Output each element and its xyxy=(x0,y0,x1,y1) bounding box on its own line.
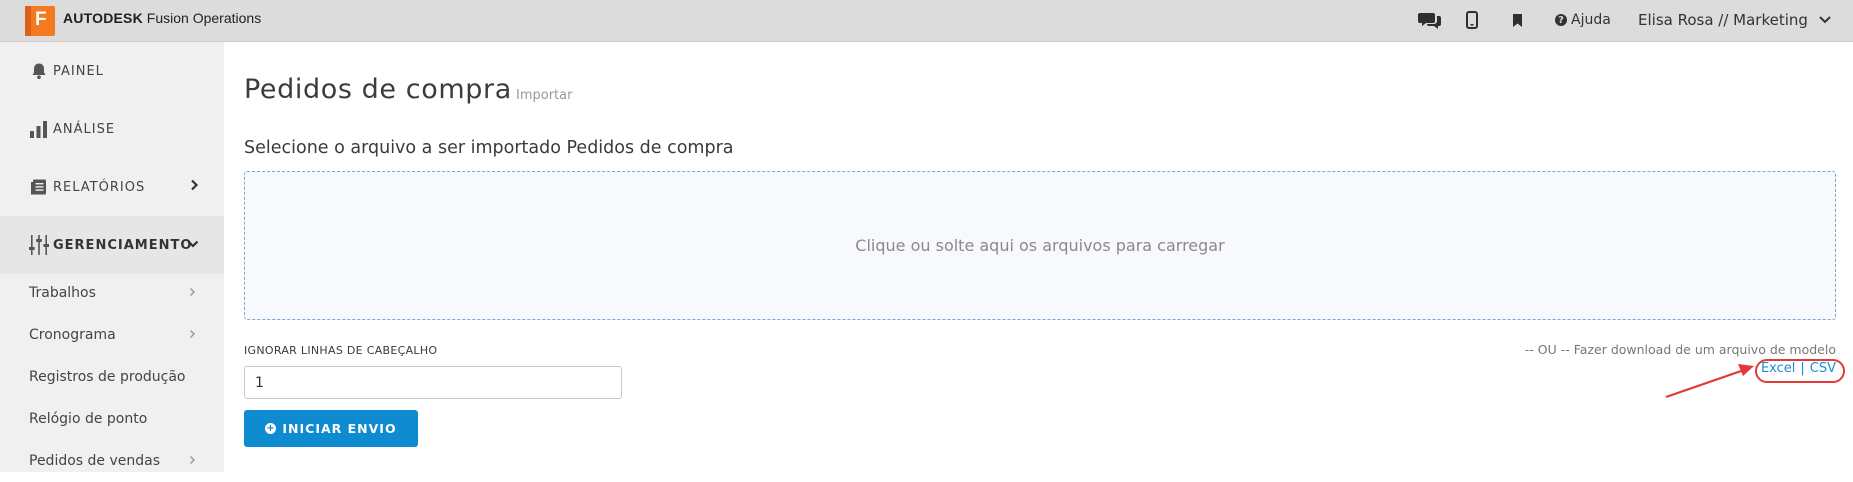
sidebar-item-analise[interactable]: ANÁLISE xyxy=(0,100,224,158)
page-title: Pedidos de compra xyxy=(244,74,512,105)
mobile-icon[interactable] xyxy=(1466,10,1478,30)
app-logo[interactable]: F xyxy=(25,6,55,36)
sidebar-item-label: RELATÓRIOS xyxy=(53,179,146,195)
chevron-right-icon xyxy=(189,327,196,343)
plus-circle-icon: + xyxy=(265,423,277,434)
annotation-highlight-ellipse xyxy=(1755,359,1845,383)
brand-rest: Fusion Operations xyxy=(146,10,262,26)
file-dropzone[interactable]: Clique ou solte aqui os arquivos para ca… xyxy=(244,171,1836,320)
sidebar-subitem-registros-producao[interactable]: Registros de produção xyxy=(0,356,224,398)
help-button[interactable]: ? Ajuda xyxy=(1555,12,1611,28)
sidebar-subitem-pedidos-vendas[interactable]: Pedidos de vendas xyxy=(0,440,224,482)
chevron-right-icon xyxy=(189,285,196,301)
sidebar-item-painel[interactable]: PAINEL xyxy=(0,42,224,100)
bar-chart-icon xyxy=(28,118,50,140)
user-label: Elisa Rosa // Marketing xyxy=(1638,11,1808,29)
bell-icon xyxy=(28,60,50,82)
brand-bold: AUTODESK xyxy=(63,10,143,26)
chevron-down-icon xyxy=(187,238,199,253)
chat-icon[interactable] xyxy=(1418,10,1442,30)
sidebar: PAINEL ANÁLISE RELATÓRIOS GERENCIAMENTO … xyxy=(0,42,224,472)
page-subtitle: Importar xyxy=(516,88,573,103)
sidebar-subitem-label: Trabalhos xyxy=(29,285,96,301)
top-bar: F AUTODESK Fusion Operations ? Ajuda Eli… xyxy=(0,0,1853,42)
chevron-down-icon xyxy=(1818,11,1832,29)
section-label: Selecione o arquivo a ser importado Pedi… xyxy=(244,138,734,158)
help-label: Ajuda xyxy=(1571,12,1611,28)
sidebar-item-label: PAINEL xyxy=(53,63,104,79)
sidebar-subitem-label: Relógio de ponto xyxy=(29,411,148,427)
logo-letter: F xyxy=(35,9,47,30)
sidebar-subitem-cronograma[interactable]: Cronograma xyxy=(0,314,224,356)
report-icon xyxy=(28,176,50,198)
ignore-header-rows-label: IGNORAR LINHAS DE CABEÇALHO xyxy=(244,344,438,357)
start-upload-label: INICIAR ENVIO xyxy=(282,421,397,436)
sidebar-item-label: ANÁLISE xyxy=(53,121,116,137)
sidebar-subitem-label: Registros de produção xyxy=(29,369,186,385)
sidebar-item-relatorios[interactable]: RELATÓRIOS xyxy=(0,158,224,216)
sliders-icon xyxy=(28,234,50,256)
sidebar-item-gerenciamento[interactable]: GERENCIAMENTO xyxy=(0,216,224,274)
sidebar-subitem-trabalhos[interactable]: Trabalhos xyxy=(0,272,224,314)
sidebar-subitem-label: Cronograma xyxy=(29,327,116,343)
dropzone-text: Clique ou solte aqui os arquivos para ca… xyxy=(855,236,1225,255)
bookmark-icon[interactable] xyxy=(1512,10,1523,30)
start-upload-button[interactable]: + INICIAR ENVIO xyxy=(244,410,418,447)
chevron-right-icon xyxy=(189,453,196,469)
user-menu[interactable]: Elisa Rosa // Marketing xyxy=(1638,11,1832,29)
brand-name: AUTODESK Fusion Operations xyxy=(63,10,261,26)
chevron-right-icon xyxy=(190,179,199,195)
sidebar-subitem-relogio-ponto[interactable]: Relógio de ponto xyxy=(0,398,224,440)
download-template-text: -- OU -- Fazer download de um arquivo de… xyxy=(1524,342,1836,357)
help-icon: ? xyxy=(1555,14,1567,26)
sidebar-subitem-label: Pedidos de vendas xyxy=(29,453,161,469)
main-content: Pedidos de compra Importar Selecione o a… xyxy=(224,42,1853,472)
ignore-header-rows-input[interactable] xyxy=(244,366,622,399)
sidebar-item-label: GERENCIAMENTO xyxy=(53,237,193,253)
